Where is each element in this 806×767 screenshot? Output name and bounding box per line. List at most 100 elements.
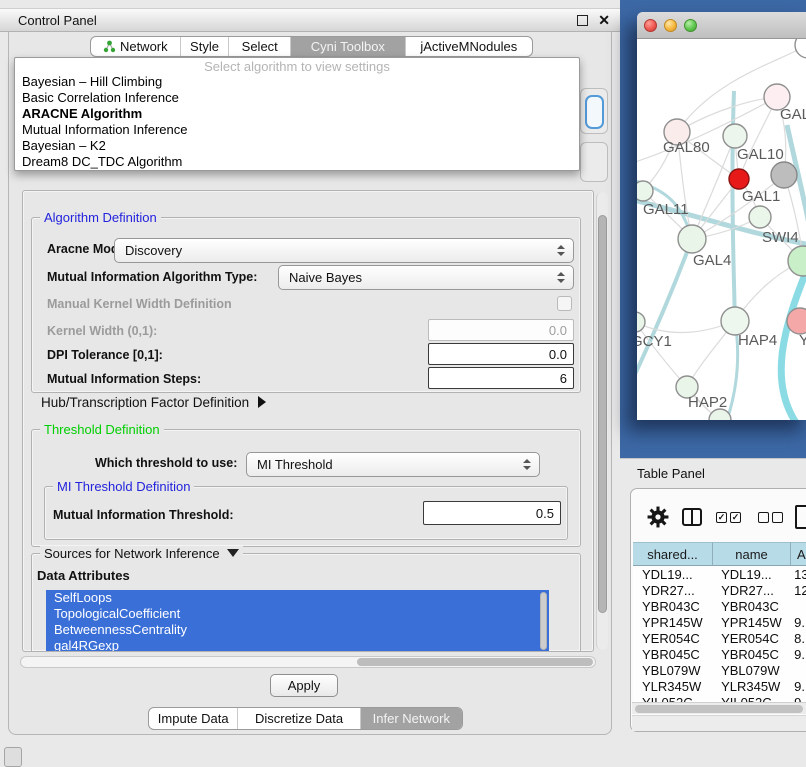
tab-network[interactable]: Network xyxy=(91,37,181,56)
mi-threshold-value: 0.5 xyxy=(536,506,554,521)
network-window-titlebar[interactable] xyxy=(637,12,806,39)
gear-icon[interactable] xyxy=(647,506,669,528)
threshold-definition-title: Threshold Definition xyxy=(40,422,164,437)
tab-discretize-data-label: Discretize Data xyxy=(255,711,343,726)
collapsed-panel-icon[interactable] xyxy=(4,747,22,767)
data-attributes-list[interactable]: SelfLoops TopologicalCoefficient Between… xyxy=(46,590,549,652)
table-row[interactable]: YPR145WYPR145W9. xyxy=(633,614,806,630)
network-node-label: HAP2 xyxy=(688,394,727,411)
which-threshold-select[interactable]: MI Threshold xyxy=(246,452,540,477)
mi-type-label: Mutual Information Algorithm Type: xyxy=(47,270,257,284)
network-node[interactable] xyxy=(795,39,806,58)
sources-group-title[interactable]: Sources for Network Inference xyxy=(40,546,243,561)
mi-steps-label: Mutual Information Steps: xyxy=(47,372,201,386)
network-edge[interactable] xyxy=(637,239,692,387)
focused-button-fragment[interactable] xyxy=(585,95,604,129)
mi-type-select[interactable]: Naive Bayes xyxy=(278,265,574,290)
menu-item[interactable]: Bayesian – K2 xyxy=(15,138,579,154)
network-node[interactable] xyxy=(749,206,771,228)
close-icon[interactable]: ✕ xyxy=(598,15,610,26)
list-item[interactable]: BetweennessCentrality xyxy=(46,622,549,638)
network-node[interactable] xyxy=(771,162,797,188)
network-node[interactable] xyxy=(788,246,806,276)
table-row[interactable]: YIL052CYIL052C9 xyxy=(633,694,806,702)
sources-title-text: Sources for Network Inference xyxy=(44,546,220,561)
mi-steps-field[interactable]: 6 xyxy=(428,367,574,389)
mi-threshold-group-title: MI Threshold Definition xyxy=(53,479,194,494)
mi-threshold-label: Mutual Information Threshold: xyxy=(53,508,234,522)
table-cell: YBR043C xyxy=(633,599,712,614)
tab-cyni-toolbox[interactable]: Cyni Toolbox xyxy=(291,37,405,56)
mi-threshold-field[interactable]: 0.5 xyxy=(423,501,561,525)
table-cell: YPR145W xyxy=(633,615,712,630)
table-header: shared... name A xyxy=(633,542,806,566)
network-edge[interactable] xyxy=(637,321,735,333)
network-node[interactable] xyxy=(787,308,806,334)
settings-hscrollbar-thumb[interactable] xyxy=(357,658,593,666)
list-item[interactable]: SelfLoops xyxy=(46,590,549,606)
menu-item[interactable]: Basic Correlation Inference xyxy=(15,90,579,106)
tab-infer-network[interactable]: Infer Network xyxy=(361,708,462,729)
deselect-all-icon[interactable] xyxy=(758,512,783,523)
network-node[interactable] xyxy=(637,312,645,332)
apply-button[interactable]: Apply xyxy=(270,674,338,697)
list-scrollbar[interactable] xyxy=(540,592,547,650)
table-row[interactable]: YBR045CYBR045C9. xyxy=(633,646,806,662)
list-item[interactable]: TopologicalCoefficient xyxy=(46,606,549,622)
network-node[interactable] xyxy=(637,181,653,201)
column-header-partial[interactable]: A xyxy=(791,542,806,566)
column-header-name[interactable]: name xyxy=(713,542,791,566)
table-cell: YBR045C xyxy=(712,647,789,662)
network-node-label: GAL10 xyxy=(737,146,784,163)
hub-definition-toggle[interactable]: Hub/Transcription Factor Definition xyxy=(41,395,266,410)
settings-scrollbar-thumb[interactable] xyxy=(598,215,607,613)
table-hscrollbar-track[interactable] xyxy=(632,702,806,714)
settings-scrollbar-track[interactable] xyxy=(596,192,608,650)
split-columns-icon[interactable] xyxy=(682,508,702,526)
column-header-shared[interactable]: shared... xyxy=(633,542,713,566)
network-view-window[interactable]: GALGAL80GAL10GAL1GAL11SWI4GAL4GCY1HAP4YH… xyxy=(637,12,806,420)
table-cell: YER054C xyxy=(712,631,789,646)
dpi-tolerance-field[interactable]: 0.0 xyxy=(428,343,574,365)
minimize-button[interactable] xyxy=(664,19,677,32)
table-row[interactable]: YBL079WYBL079W xyxy=(633,662,806,678)
menu-item[interactable]: Bayesian – Hill Climbing xyxy=(15,74,579,90)
menu-item-selected[interactable]: ARACNE Algorithm xyxy=(15,106,579,122)
table-row[interactable]: YBR043CYBR043C xyxy=(633,598,806,614)
manual-kernel-checkbox[interactable] xyxy=(557,296,572,311)
menu-item[interactable]: Dream8 DC_TDC Algorithm xyxy=(15,154,579,170)
network-node[interactable] xyxy=(721,307,749,335)
table-panel-title: Table Panel xyxy=(637,466,705,481)
network-node[interactable] xyxy=(723,124,747,148)
select-all-icon[interactable]: ✓✓ xyxy=(716,512,741,523)
close-button[interactable] xyxy=(644,19,657,32)
tab-cyni-toolbox-label: Cyni Toolbox xyxy=(311,39,385,54)
tab-discretize-data[interactable]: Discretize Data xyxy=(238,708,360,729)
table-row[interactable]: YDL19...YDL19...13 xyxy=(633,566,806,582)
menu-item[interactable]: Mutual Information Inference xyxy=(15,122,579,138)
tab-jactivemnodules[interactable]: jActiveMNodules xyxy=(406,37,532,56)
tab-select[interactable]: Select xyxy=(229,37,291,56)
new-table-icon[interactable] xyxy=(795,505,806,529)
kernel-width-field[interactable]: 0.0 xyxy=(428,319,574,341)
table-row[interactable]: YER054CYER054C8. xyxy=(633,630,806,646)
float-window-icon[interactable] xyxy=(577,15,588,26)
algorithm-definition-title: Algorithm Definition xyxy=(40,210,161,225)
which-threshold-label: Which threshold to use: xyxy=(95,456,237,470)
network-svg[interactable]: GALGAL80GAL10GAL1GAL11SWI4GAL4GCY1HAP4YH… xyxy=(637,39,806,420)
table-row[interactable]: YLR345WYLR345W9. xyxy=(633,678,806,694)
table-cell: 9. xyxy=(789,679,806,694)
network-node-label: Y xyxy=(799,332,806,349)
network-node[interactable] xyxy=(729,169,749,189)
list-item[interactable]: gal4RGexp xyxy=(46,638,549,652)
tab-style[interactable]: Style xyxy=(181,37,230,56)
table-row[interactable]: YDR27...YDR27...12 xyxy=(633,582,806,598)
settings-hscrollbar-track[interactable] xyxy=(20,656,596,668)
table-hscrollbar-thumb[interactable] xyxy=(635,705,803,713)
network-edge[interactable] xyxy=(726,321,738,420)
aracne-mode-select[interactable]: Discovery xyxy=(114,238,574,263)
tab-impute-data[interactable]: Impute Data xyxy=(149,708,238,729)
network-node[interactable] xyxy=(678,225,706,253)
zoom-button[interactable] xyxy=(684,19,697,32)
tab-select-label: Select xyxy=(242,39,278,54)
